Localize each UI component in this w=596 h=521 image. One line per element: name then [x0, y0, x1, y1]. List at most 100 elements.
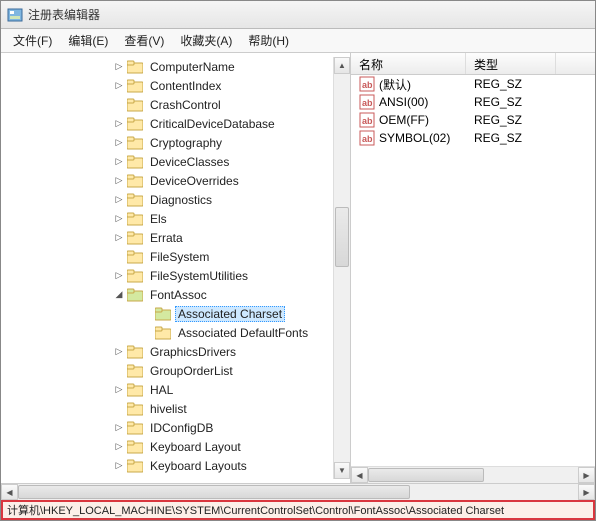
tree-item[interactable]: ▷ Errata: [1, 228, 350, 247]
tree-item[interactable]: ◢ FontAssoc: [1, 285, 350, 304]
expand-toggle-icon[interactable]: [113, 365, 125, 377]
expand-toggle-icon[interactable]: ▷: [113, 422, 125, 434]
expand-toggle-icon[interactable]: ▷: [113, 232, 125, 244]
expand-toggle-icon[interactable]: ▷: [113, 118, 125, 130]
scroll-thumb[interactable]: [18, 485, 410, 499]
svg-text:ab: ab: [362, 116, 373, 126]
tree-item[interactable]: ▷ DeviceOverrides: [1, 171, 350, 190]
regedit-icon: [7, 7, 23, 23]
tree-item[interactable]: ▷ Els: [1, 209, 350, 228]
tree-item[interactable]: ▷ HAL: [1, 380, 350, 399]
list-row[interactable]: abSYMBOL(02)REG_SZ: [351, 129, 595, 147]
tree-item-label: Keyboard Layouts: [147, 458, 250, 474]
menu-view[interactable]: 查看(V): [116, 29, 172, 52]
tree-item-label: Cryptography: [147, 135, 225, 151]
expand-toggle-icon[interactable]: ▷: [113, 80, 125, 92]
tree-item[interactable]: CrashControl: [1, 95, 350, 114]
value-type-cell: REG_SZ: [466, 112, 556, 128]
tree-horizontal-scrollbar[interactable]: ◀ ▶: [1, 483, 595, 500]
expand-toggle-icon[interactable]: ▷: [113, 137, 125, 149]
list-row[interactable]: ab(默认)REG_SZ: [351, 75, 595, 93]
column-type[interactable]: 类型: [466, 53, 556, 74]
tree-item[interactable]: ▷ Keyboard Layout: [1, 437, 350, 456]
tree-item-label: GroupOrderList: [147, 363, 236, 379]
value-type-cell: REG_SZ: [466, 130, 556, 146]
svg-text:ab: ab: [362, 134, 373, 144]
tree-item[interactable]: ▷ ComputerName: [1, 57, 350, 76]
tree-item-label: CrashControl: [147, 97, 224, 113]
expand-toggle-icon[interactable]: ▷: [113, 270, 125, 282]
scroll-right-button[interactable]: ▶: [578, 484, 595, 500]
menu-help[interactable]: 帮助(H): [240, 29, 297, 52]
tree-pane[interactable]: ▷ ComputerName▷ContentIndex CrashControl ▷ C…: [1, 53, 351, 483]
scroll-up-button[interactable]: ▲: [334, 57, 350, 74]
scroll-thumb[interactable]: [335, 207, 349, 267]
scroll-left-button[interactable]: ◀: [1, 484, 18, 500]
tree-item[interactable]: hivelist: [1, 399, 350, 418]
expand-toggle-icon[interactable]: ▷: [113, 61, 125, 73]
scroll-right-button[interactable]: ▶: [578, 467, 595, 483]
tree-item[interactable]: ▷ CriticalDeviceDatabase: [1, 114, 350, 133]
tree-item[interactable]: Associated DefaultFonts: [1, 323, 350, 342]
window-title: 注册表编辑器: [28, 6, 100, 23]
scroll-down-button[interactable]: ▼: [334, 462, 350, 479]
value-name-cell: abSYMBOL(02): [351, 129, 466, 147]
expand-toggle-icon[interactable]: ▷: [113, 213, 125, 225]
list-horizontal-scrollbar[interactable]: ◀ ▶: [351, 466, 595, 483]
scroll-thumb[interactable]: [368, 468, 484, 482]
tree-item[interactable]: Associated Charset: [1, 304, 350, 323]
tree-item-label: ComputerName: [147, 59, 238, 75]
status-path-text: 计算机\HKEY_LOCAL_MACHINE\SYSTEM\CurrentCon…: [7, 502, 504, 518]
tree-item-label: Keyboard Layout: [147, 439, 244, 455]
list-pane[interactable]: 名称 类型 ab(默认)REG_SZabANSI(00)REG_SZabOEM(…: [351, 53, 595, 483]
expand-toggle-icon[interactable]: ▷: [113, 460, 125, 472]
expand-toggle-icon[interactable]: ▷: [113, 441, 125, 453]
tree-item-label: HAL: [147, 382, 176, 398]
tree-item[interactable]: ▷ Keyboard Layouts: [1, 456, 350, 475]
tree-item[interactable]: ▷DeviceClasses: [1, 152, 350, 171]
expand-toggle-icon[interactable]: ▷: [113, 194, 125, 206]
expand-toggle-icon[interactable]: [113, 251, 125, 263]
tree-item[interactable]: ▷GraphicsDrivers: [1, 342, 350, 361]
expand-toggle-icon[interactable]: [113, 403, 125, 415]
tree-item[interactable]: ▷ Diagnostics: [1, 190, 350, 209]
tree-item-label: Associated DefaultFonts: [175, 325, 311, 341]
expand-toggle-icon[interactable]: ▷: [113, 156, 125, 168]
tree-item-label: FileSystemUtilities: [147, 268, 251, 284]
menu-edit[interactable]: 编辑(E): [60, 29, 116, 52]
menu-file[interactable]: 文件(F): [5, 29, 60, 52]
tree-item-label: Associated Charset: [175, 306, 285, 322]
tree-item-label: IDConfigDB: [147, 420, 216, 436]
tree-item[interactable]: ▷ FileSystemUtilities: [1, 266, 350, 285]
menubar: 文件(F) 编辑(E) 查看(V) 收藏夹(A) 帮助(H): [1, 29, 595, 53]
tree-item-label: FontAssoc: [147, 287, 210, 303]
expand-toggle-icon: [141, 327, 153, 339]
tree-item[interactable]: FileSystem: [1, 247, 350, 266]
value-name-cell: abANSI(00): [351, 93, 466, 111]
tree-item-label: Els: [147, 211, 170, 227]
tree-item-label: CriticalDeviceDatabase: [147, 116, 278, 132]
value-type-cell: REG_SZ: [466, 76, 556, 92]
expand-toggle-icon[interactable]: [113, 99, 125, 111]
expand-toggle-icon[interactable]: ▷: [113, 384, 125, 396]
tree-item[interactable]: GroupOrderList: [1, 361, 350, 380]
scroll-left-button[interactable]: ◀: [351, 467, 368, 483]
list-row[interactable]: abANSI(00)REG_SZ: [351, 93, 595, 111]
expand-toggle-icon[interactable]: ▷: [113, 346, 125, 358]
tree-item-label: Errata: [147, 230, 186, 246]
menu-favorites[interactable]: 收藏夹(A): [172, 29, 240, 52]
expand-toggle-icon[interactable]: ◢: [113, 289, 125, 301]
expand-toggle-icon[interactable]: ▷: [113, 175, 125, 187]
list-row[interactable]: abOEM(FF)REG_SZ: [351, 111, 595, 129]
tree-item-label: Diagnostics: [147, 192, 215, 208]
tree-item-label: hivelist: [147, 401, 190, 417]
tree-vertical-scrollbar[interactable]: ▲ ▼: [333, 57, 350, 479]
tree-item-label: DeviceOverrides: [147, 173, 242, 189]
tree-item[interactable]: ▷ContentIndex: [1, 76, 350, 95]
svg-text:ab: ab: [362, 98, 373, 108]
tree-item[interactable]: ▷ Cryptography: [1, 133, 350, 152]
column-name[interactable]: 名称: [351, 53, 466, 74]
value-name-cell: ab(默认): [351, 75, 466, 94]
tree-item[interactable]: ▷ IDConfigDB: [1, 418, 350, 437]
tree-item-label: FileSystem: [147, 249, 212, 265]
